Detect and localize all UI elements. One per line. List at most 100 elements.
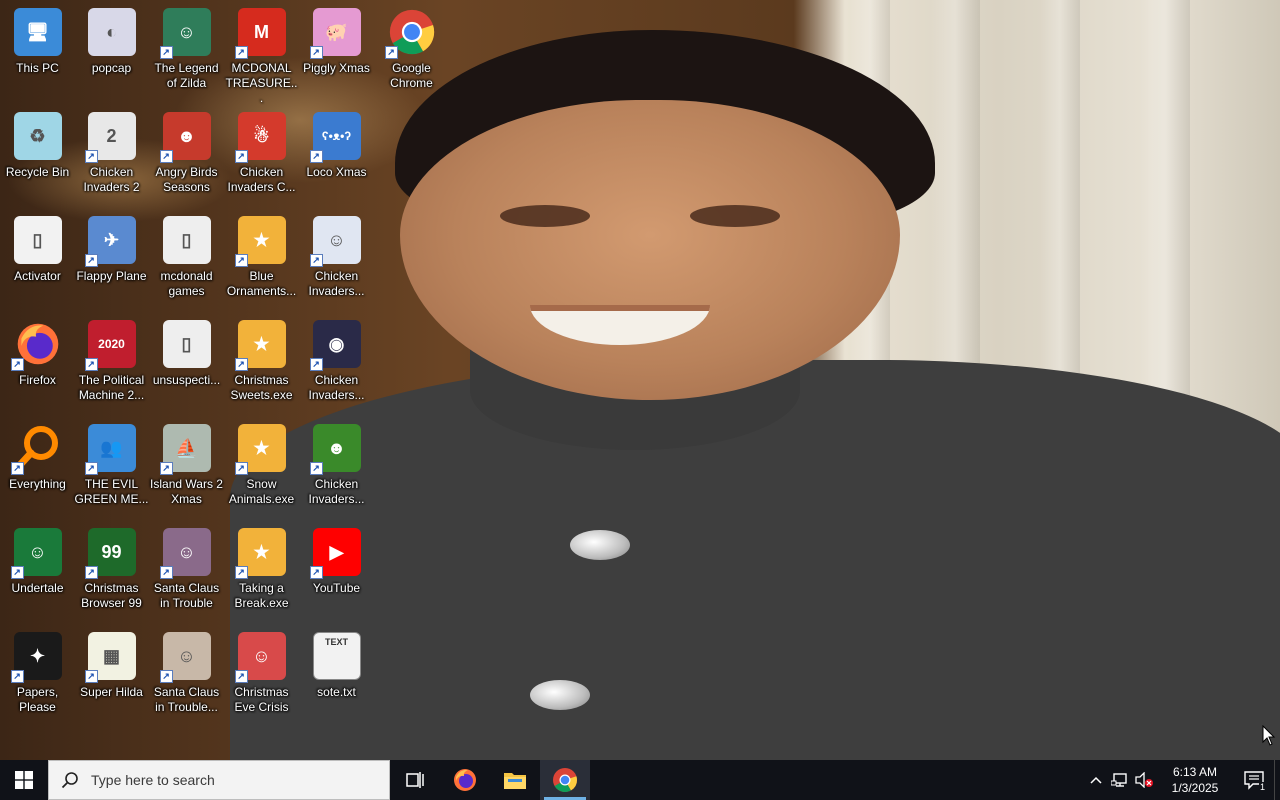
desktop-icon-chrome[interactable]: ↗ Google Chrome	[374, 2, 449, 106]
desktop-icon-chicken[interactable]: ☃ ↗ Chicken Invaders C...	[224, 106, 299, 210]
taskbar: 6:13 AM 1/3/2025 1	[0, 760, 1280, 800]
desktop-icon-island[interactable]: ⛵ ↗ Island Wars 2 Xmas	[149, 418, 224, 522]
desktop-icon-undertale[interactable]: ☺ ↗ Undertale	[0, 522, 75, 626]
desktop-icon-mcdonalds[interactable]: M ↗ MCDONAL TREASURE...	[224, 2, 299, 106]
desktop-icon-label: Christmas Browser 99	[81, 581, 142, 610]
search-input[interactable]	[91, 772, 371, 788]
desktop-icon-label: Chicken Invaders...	[308, 373, 365, 402]
plane-icon: ✈ ↗	[84, 216, 136, 267]
desktop-icon-angry-birds[interactable]: ☻ ↗ Angry Birds Seasons	[149, 106, 224, 210]
shortcut-arrow-icon: ↗	[234, 566, 248, 579]
desktop-icon-bear[interactable]: ʕ•ᴥ•ʔ ↗ Loco Xmas	[299, 106, 374, 210]
folder-icon: ▯	[162, 216, 211, 264]
network-icon	[1111, 773, 1127, 787]
desktop-icon-label: This PC	[16, 61, 59, 75]
shortcut-arrow-icon: ↗	[309, 46, 323, 59]
desktop-icon-folder-image[interactable]: ◐ popcap	[74, 2, 149, 106]
shortcut-arrow-icon: ↗	[234, 462, 248, 475]
desktop-icon-label: Flappy Plane	[76, 269, 147, 283]
desktop-icon-santa[interactable]: ☺ ↗ Santa Claus in Trouble...	[149, 626, 224, 730]
shortcut-arrow-icon: ↗	[384, 46, 398, 59]
shortcut-arrow-icon: ↗	[159, 566, 173, 579]
desktop-icon-christmas-tree[interactable]: 99 ↗ Christmas Browser 99	[74, 522, 149, 626]
desktop-icon-people[interactable]: 👥 ↗ THE EVIL GREEN ME...	[74, 418, 149, 522]
show-desktop-button[interactable]	[1274, 760, 1280, 800]
chicken-icon: ◉ ↗	[309, 320, 361, 371]
taskbar-clock[interactable]: 6:13 AM 1/3/2025	[1156, 760, 1234, 800]
app-icon: ★ ↗	[234, 216, 286, 267]
desktop-icon-label: YouTube	[312, 581, 361, 595]
volume-button[interactable]	[1132, 760, 1156, 800]
shortcut-arrow-icon: ↗	[10, 670, 24, 683]
island-icon: ⛵ ↗	[159, 424, 211, 475]
desktop-icon-app[interactable]: ★ ↗ Blue Ornaments...	[224, 210, 299, 314]
desktop-icon-label: Google Chrome	[390, 61, 433, 90]
shortcut-arrow-icon: ↗	[84, 358, 98, 371]
system-tray: 6:13 AM 1/3/2025 1	[1084, 760, 1280, 800]
shortcut-arrow-icon: ↗	[10, 566, 24, 579]
desktop-icon-label: The Political Machine 2...	[78, 373, 145, 402]
desktop-icon-game-character[interactable]: ☺ ↗ The Legend of Zilda	[149, 2, 224, 106]
desktop-icon-label: Chicken Invaders...	[308, 477, 365, 506]
start-button[interactable]	[0, 760, 48, 800]
papers-please-icon: ✦ ↗	[10, 632, 62, 683]
desktop-icon-firefox[interactable]: ↗ Firefox	[0, 314, 75, 418]
desktop-icon-folder[interactable]: ▯ mcdonald games	[149, 210, 224, 314]
desktop-icon-political-machine[interactable]: 2020 ↗ The Political Machine 2...	[74, 314, 149, 418]
desktop-icon-chicken[interactable]: ☺ ↗ Chicken Invaders...	[299, 210, 374, 314]
desktop-icon-file[interactable]: ▯ Activator	[0, 210, 75, 314]
desktop-icon-santa[interactable]: ☺ ↗ Santa Claus in Trouble	[149, 522, 224, 626]
desktop-icon-text-file[interactable]: TEXT sote.txt	[299, 626, 374, 730]
desktop-icon-label: mcdonald games	[160, 269, 213, 298]
santa-icon: ☺ ↗	[159, 632, 211, 683]
shortcut-arrow-icon: ↗	[234, 358, 248, 371]
network-button[interactable]	[1108, 760, 1132, 800]
firefox-icon: ↗	[10, 320, 62, 371]
taskbar-search-box[interactable]	[48, 760, 390, 800]
desktop-icon-chicken[interactable]: 2 ↗ Chicken Invaders 2	[74, 106, 149, 210]
desktop-icon-label: The Legend of Zilda	[154, 61, 219, 90]
desktop-icon-youtube[interactable]: ▶ ↗ YouTube	[299, 522, 374, 626]
windows-logo-icon	[15, 771, 33, 789]
desktop-icon-label: Santa Claus in Trouble	[153, 581, 220, 610]
desktop-icon-papers-please[interactable]: ✦ ↗ Papers, Please	[0, 626, 75, 730]
recycle-bin-icon: ♻	[13, 112, 62, 160]
desktop-icon-label: Loco Xmas	[306, 165, 367, 179]
file-explorer-taskbar-button[interactable]	[490, 760, 540, 800]
shortcut-arrow-icon: ↗	[159, 150, 173, 163]
desktop-icon-label: Angry Birds Seasons	[155, 165, 218, 194]
desktop-icon-chicken[interactable]: ◉ ↗ Chicken Invaders...	[299, 314, 374, 418]
desktop-icon-plane[interactable]: ✈ ↗ Flappy Plane	[74, 210, 149, 314]
desktop-icon-app[interactable]: ★ ↗ Snow Animals.exe	[224, 418, 299, 522]
desktop-icon-folder[interactable]: ▯ unsuspecti...	[149, 314, 224, 418]
mouse-cursor-icon	[1262, 725, 1276, 746]
chicken-icon: ☺ ↗	[309, 216, 361, 267]
desktop-icon-label: Christmas Sweets.exe	[230, 373, 293, 402]
desktop-icon-search[interactable]: ↗ Everything	[0, 418, 75, 522]
shortcut-arrow-icon: ↗	[10, 358, 24, 371]
pig-icon: 🐖 ↗	[309, 8, 361, 59]
chrome-taskbar-button[interactable]	[540, 760, 590, 800]
desktop-icon-app[interactable]: ★ ↗ Taking a Break.exe	[224, 522, 299, 626]
app-icon: ★ ↗	[234, 424, 286, 475]
chicken-icon: ☻ ↗	[309, 424, 361, 475]
firefox-taskbar-button[interactable]	[440, 760, 490, 800]
desktop-icon-pig[interactable]: 🐖 ↗ Piggly Xmas	[299, 2, 374, 106]
action-center-button[interactable]: 1	[1234, 760, 1274, 800]
desktop-icon-computer[interactable]: 🖥 This PC	[0, 2, 75, 106]
desktop-icon-label: popcap	[91, 61, 132, 75]
volume-muted-icon	[1135, 772, 1153, 788]
clock-date: 1/3/2025	[1171, 781, 1219, 795]
desktop-icon-chicken[interactable]: ☻ ↗ Chicken Invaders...	[299, 418, 374, 522]
chevron-up-icon	[1090, 776, 1102, 784]
desktop-icon-pixel-character[interactable]: ▦ ↗ Super Hilda	[74, 626, 149, 730]
desktop-icon-label: Snow Animals.exe	[228, 477, 295, 506]
desktop-icon-santa-face[interactable]: ☺ ↗ Christmas Eve Crisis	[224, 626, 299, 730]
desktop-icon-recycle-bin[interactable]: ♻ Recycle Bin	[0, 106, 75, 210]
chrome-icon	[553, 768, 578, 793]
desktop-icon-app[interactable]: ★ ↗ Christmas Sweets.exe	[224, 314, 299, 418]
shortcut-arrow-icon: ↗	[309, 462, 323, 475]
shortcut-arrow-icon: ↗	[234, 670, 248, 683]
task-view-button[interactable]	[390, 760, 440, 800]
show-hidden-icons-button[interactable]	[1084, 760, 1108, 800]
